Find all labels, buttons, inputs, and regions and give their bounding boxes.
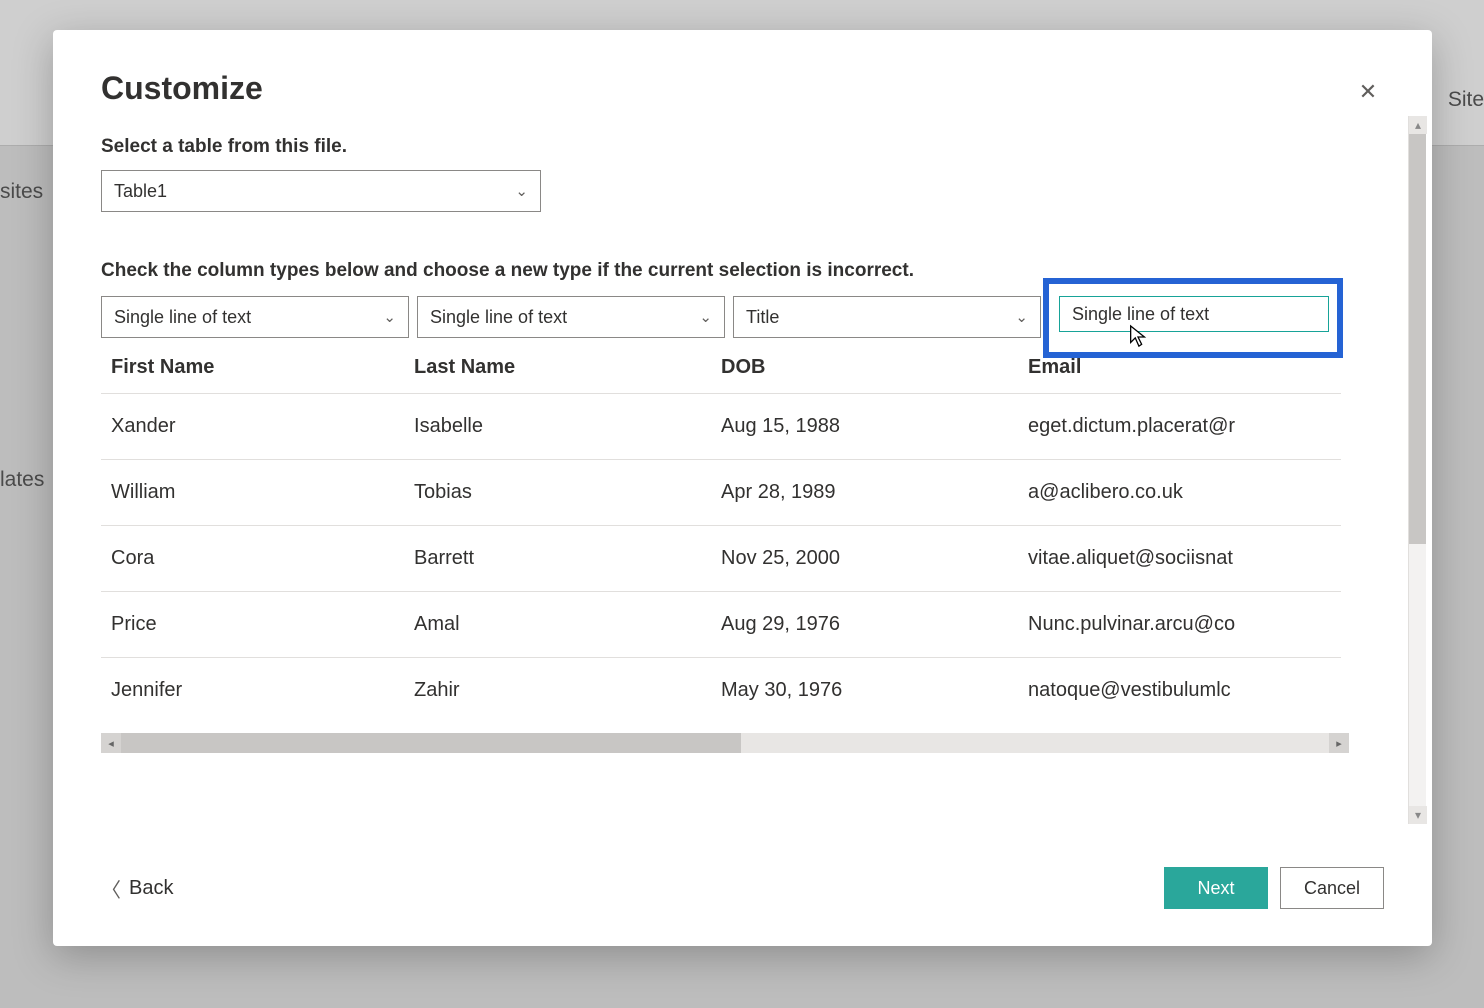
scroll-up-arrow-icon[interactable]: ▴ bbox=[1409, 116, 1427, 134]
cell-dob: Apr 28, 1989 bbox=[719, 481, 1026, 504]
table-row: Price Amal Aug 29, 1976 Nunc.pulvinar.ar… bbox=[101, 591, 1341, 657]
next-label: Next bbox=[1197, 878, 1234, 899]
bg-nav-sites: sites bbox=[0, 180, 43, 204]
column-type-dropdown-1[interactable]: Single line of text ⌄ bbox=[101, 296, 409, 338]
cell-dob: Nov 25, 2000 bbox=[719, 547, 1026, 570]
bg-nav-templates: lates bbox=[0, 468, 44, 492]
modal-footer: 〈 Back Next Cancel bbox=[53, 856, 1432, 946]
col-header-email: Email bbox=[1026, 356, 1341, 379]
cell-first-name: William bbox=[105, 481, 412, 504]
column-type-value-4: Single line of text bbox=[1072, 304, 1209, 325]
modal-header: Customize ✕ bbox=[53, 30, 1432, 116]
col-header-last-name: Last Name bbox=[412, 356, 719, 379]
bg-nav-site: Site bbox=[1448, 88, 1484, 112]
vertical-scrollbar[interactable]: ▴ ▾ bbox=[1408, 116, 1426, 824]
table-row: William Tobias Apr 28, 1989 a@aclibero.c… bbox=[101, 459, 1341, 525]
cell-email: natoque@vestibulumlc bbox=[1026, 679, 1341, 702]
cancel-button[interactable]: Cancel bbox=[1280, 867, 1384, 909]
table-select-value: Table1 bbox=[114, 181, 167, 202]
table-row: Cora Barrett Nov 25, 2000 vitae.aliquet@… bbox=[101, 525, 1341, 591]
select-table-label: Select a table from this file. bbox=[101, 136, 1384, 158]
cell-dob: May 30, 1976 bbox=[719, 679, 1026, 702]
next-button[interactable]: Next bbox=[1164, 867, 1268, 909]
footer-actions: Next Cancel bbox=[1164, 867, 1384, 909]
table-row: Jennifer Zahir May 30, 1976 natoque@vest… bbox=[101, 657, 1341, 723]
highlighted-column-type: Single line of text bbox=[1043, 278, 1343, 358]
chevron-down-icon: ⌄ bbox=[515, 182, 528, 200]
cell-first-name: Xander bbox=[105, 415, 412, 438]
chevron-down-icon: ⌄ bbox=[699, 308, 712, 326]
modal-title: Customize bbox=[101, 70, 263, 107]
cell-last-name: Isabelle bbox=[412, 415, 719, 438]
cell-last-name: Amal bbox=[412, 613, 719, 636]
cell-first-name: Jennifer bbox=[105, 679, 412, 702]
back-label: Back bbox=[129, 877, 173, 900]
close-button[interactable]: ✕ bbox=[1352, 76, 1384, 108]
horizontal-scrollbar[interactable]: ◂ ▸ bbox=[101, 733, 1349, 753]
vertical-scroll-thumb[interactable] bbox=[1409, 134, 1426, 544]
cell-email: eget.dictum.placerat@r bbox=[1026, 415, 1341, 438]
cell-last-name: Barrett bbox=[412, 547, 719, 570]
cell-email: Nunc.pulvinar.arcu@co bbox=[1026, 613, 1341, 636]
cell-dob: Aug 29, 1976 bbox=[719, 613, 1026, 636]
cell-dob: Aug 15, 1988 bbox=[719, 415, 1026, 438]
chevron-down-icon: ⌄ bbox=[383, 308, 396, 326]
cell-email: a@aclibero.co.uk bbox=[1026, 481, 1341, 504]
cell-email: vitae.aliquet@sociisnat bbox=[1026, 547, 1341, 570]
close-icon: ✕ bbox=[1359, 79, 1377, 105]
column-type-dropdown-3[interactable]: Title ⌄ bbox=[733, 296, 1041, 338]
scroll-right-arrow-icon[interactable]: ▸ bbox=[1329, 733, 1349, 753]
table-select-dropdown[interactable]: Table1 ⌄ bbox=[101, 170, 541, 212]
back-button[interactable]: 〈 Back bbox=[101, 874, 173, 903]
column-type-dropdown-2[interactable]: Single line of text ⌄ bbox=[417, 296, 725, 338]
modal-body: ▴ ▾ Select a table from this file. Table… bbox=[53, 116, 1432, 856]
column-type-row: Single line of text ⌄ Single line of tex… bbox=[101, 296, 1384, 338]
customize-modal: Customize ✕ ▴ ▾ Select a table from this… bbox=[53, 30, 1432, 946]
column-type-dropdown-4[interactable]: Single line of text bbox=[1059, 296, 1329, 332]
chevron-left-icon: 〈 bbox=[101, 874, 121, 903]
table-row: Xander Isabelle Aug 15, 1988 eget.dictum… bbox=[101, 393, 1341, 459]
column-type-value-1: Single line of text bbox=[114, 307, 251, 328]
chevron-down-icon: ⌄ bbox=[1015, 308, 1028, 326]
column-type-value-2: Single line of text bbox=[430, 307, 567, 328]
col-header-dob: DOB bbox=[719, 356, 1026, 379]
cancel-label: Cancel bbox=[1304, 878, 1360, 899]
preview-table: First Name Last Name DOB Email Xander Is… bbox=[101, 346, 1341, 723]
col-header-first-name: First Name bbox=[105, 356, 412, 379]
cell-last-name: Tobias bbox=[412, 481, 719, 504]
horizontal-scroll-thumb[interactable] bbox=[121, 733, 741, 753]
cell-first-name: Cora bbox=[105, 547, 412, 570]
cell-last-name: Zahir bbox=[412, 679, 719, 702]
scroll-down-arrow-icon[interactable]: ▾ bbox=[1409, 806, 1427, 824]
scroll-left-arrow-icon[interactable]: ◂ bbox=[101, 733, 121, 753]
cell-first-name: Price bbox=[105, 613, 412, 636]
column-type-value-3: Title bbox=[746, 307, 779, 328]
